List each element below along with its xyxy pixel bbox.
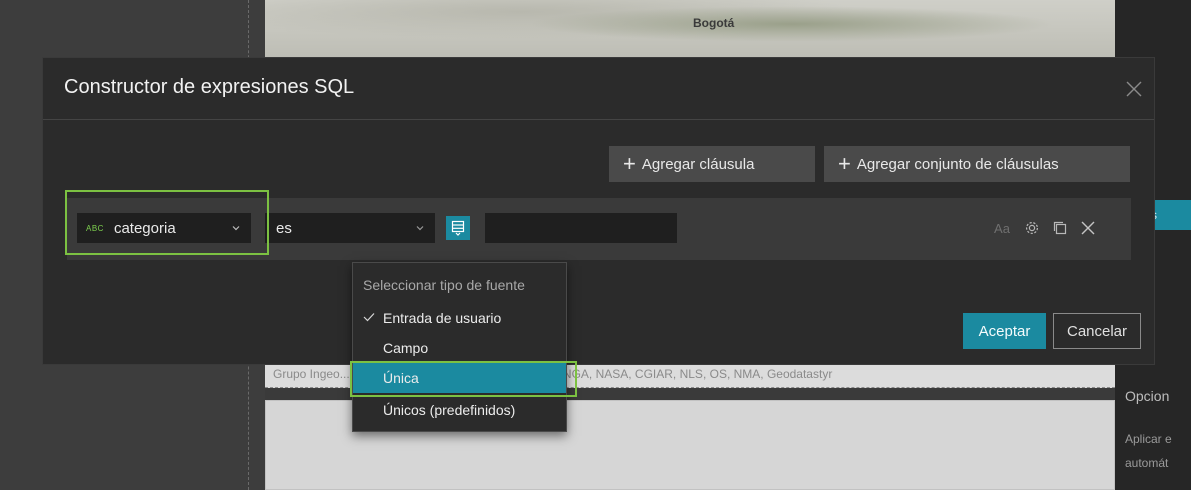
dropdown-item-field[interactable]: Campo <box>353 333 566 363</box>
add-clause-label: Agregar cláusula <box>641 155 755 173</box>
accept-button[interactable]: Aceptar <box>963 313 1046 349</box>
chevron-down-icon <box>416 226 424 231</box>
dialog-header: Constructor de expresiones SQL <box>43 58 1154 120</box>
chevron-down-icon <box>232 226 240 231</box>
map-city-label: Bogotá <box>693 16 735 30</box>
dropdown-item-label: Única <box>383 370 419 386</box>
dropdown-header: Seleccionar tipo de fuente <box>363 277 525 293</box>
add-clause-button[interactable]: + Agregar cláusula <box>609 146 815 182</box>
source-type-dropdown: Seleccionar tipo de fuente Entrada de us… <box>352 262 567 432</box>
source-type-button[interactable] <box>446 216 470 240</box>
dropdown-item-user-input[interactable]: Entrada de usuario <box>353 303 566 333</box>
dropdown-item-unique-predefined[interactable]: Únicos (predefinidos) <box>353 395 566 425</box>
case-sensitive-toggle[interactable]: Aa <box>991 217 1013 239</box>
dropdown-item-unique[interactable]: Única <box>353 363 566 393</box>
right-panel-section-title: Opcion <box>1125 388 1170 404</box>
dropdown-item-label: Campo <box>383 340 429 356</box>
background-map: Bogotá <box>265 0 1115 60</box>
right-panel-text: automát <box>1125 456 1169 470</box>
cancel-button[interactable]: Cancelar <box>1053 313 1141 349</box>
add-clause-set-button[interactable]: + Agregar conjunto de cláusulas <box>824 146 1130 182</box>
dropdown-item-label: Entrada de usuario <box>383 310 502 326</box>
field-select-value: categoria <box>113 219 176 237</box>
plus-icon: + <box>838 151 851 176</box>
right-panel-text: Aplicar e <box>1125 432 1172 446</box>
source-type-icon <box>451 220 465 236</box>
operator-select[interactable]: es <box>265 213 435 243</box>
close-icon <box>1126 81 1142 97</box>
string-field-type-icon: ABC <box>86 223 104 233</box>
value-input[interactable] <box>485 213 677 243</box>
add-clause-set-label: Agregar conjunto de cláusulas <box>856 155 1059 173</box>
close-button[interactable] <box>1123 78 1145 100</box>
dropdown-item-label: Únicos (predefinidos) <box>383 402 516 418</box>
gear-icon[interactable] <box>1021 217 1043 239</box>
duplicate-icon[interactable] <box>1049 217 1071 239</box>
field-select[interactable]: ABC categoria <box>77 213 251 243</box>
sql-expression-builder-dialog: Constructor de expresiones SQL + Agregar… <box>42 57 1155 365</box>
plus-icon: + <box>623 151 636 176</box>
checkmark-icon <box>363 313 375 322</box>
clause-row: ABC categoria es Aa <box>67 198 1131 260</box>
dialog-title: Constructor de expresiones SQL <box>64 76 355 98</box>
delete-clause-icon[interactable] <box>1077 217 1099 239</box>
operator-select-value: es <box>276 219 292 237</box>
